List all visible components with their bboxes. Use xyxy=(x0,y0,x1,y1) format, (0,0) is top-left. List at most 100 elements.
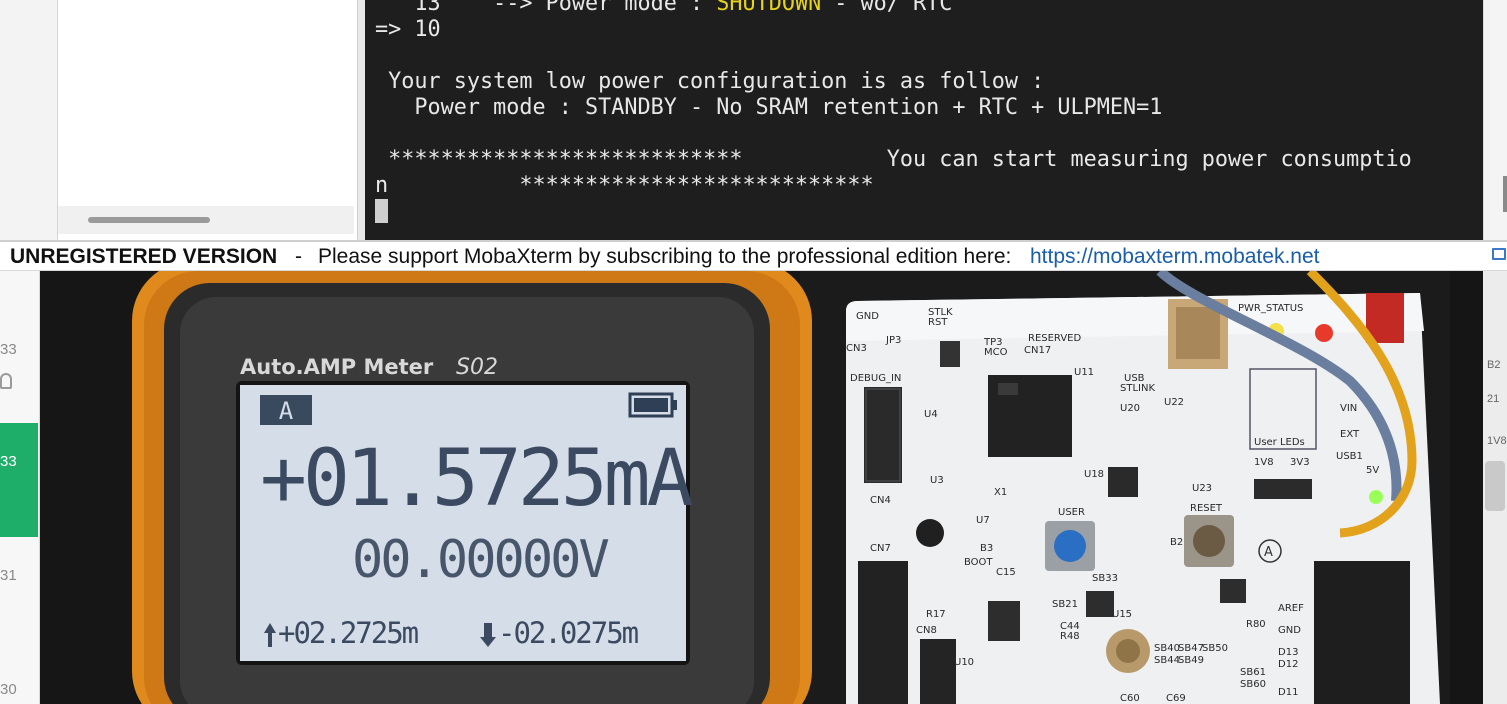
board-label: U18 xyxy=(1084,469,1104,480)
board-label: SB44 xyxy=(1154,655,1180,666)
board-label: RESET xyxy=(1190,503,1223,514)
board-label: B2 xyxy=(1170,537,1183,548)
background-app-right-edge: B2 21 1V8 xyxy=(1483,271,1507,704)
board-label: CN3 xyxy=(846,343,867,354)
mode-badge: A xyxy=(279,397,294,425)
min-reading: -02.0275m xyxy=(498,616,639,650)
board-label: VIN xyxy=(1340,403,1357,414)
terminal-line: Power mode : STANDBY - No SRAM retention… xyxy=(375,95,1163,120)
board-label: CN17 xyxy=(1024,345,1051,356)
sidebar-active-item[interactable]: 33 xyxy=(0,423,38,537)
terminal-line: n *************************** xyxy=(375,173,874,198)
board-label: C69 xyxy=(1166,693,1186,704)
board-label: R80 xyxy=(1246,619,1266,630)
board-label: D13 xyxy=(1278,647,1298,658)
nucleo-board: GND STLK RST CN3 JP3 RESERVED TP3 MCO CN… xyxy=(846,271,1440,704)
sidebar-number: 33 xyxy=(0,341,17,358)
board-label: SB40 xyxy=(1154,643,1180,654)
board-label: SB60 xyxy=(1240,679,1266,690)
background-app-sidebar: 33 33 31 30 xyxy=(0,271,40,704)
board-label: 3V3 xyxy=(1290,457,1310,468)
board-label: USER xyxy=(1058,507,1085,518)
voltage-reading: 00.00000V xyxy=(352,530,608,590)
board-label: X1 xyxy=(994,487,1007,498)
side-scrollbar-thumb[interactable] xyxy=(88,217,210,223)
left-gutter xyxy=(0,0,58,240)
board-label: SB21 xyxy=(1052,599,1078,610)
board-label: EXT xyxy=(1340,429,1360,440)
board-label: D12 xyxy=(1278,659,1298,670)
board-label: AREF xyxy=(1278,603,1304,614)
board-label: U7 xyxy=(976,515,990,526)
board-label: D11 xyxy=(1278,687,1298,698)
banner-title: UNREGISTERED VERSION xyxy=(10,245,278,268)
board-label: CN7 xyxy=(870,543,891,554)
board-label: GND xyxy=(856,311,879,322)
board-label: DEBUG_IN xyxy=(850,373,901,384)
meter-model: S02 xyxy=(456,355,498,380)
board-label: C15 xyxy=(996,567,1016,578)
power-led-red xyxy=(1315,324,1333,342)
board-label: BOOT xyxy=(964,557,993,568)
board-label: RESERVED xyxy=(1028,333,1081,344)
board-label: SB33 xyxy=(1092,573,1118,584)
monitor-icon[interactable] xyxy=(1492,248,1506,260)
board-label: User LEDs xyxy=(1254,437,1305,448)
board-label: RST xyxy=(928,317,948,328)
meter-brand: Auto.AMP Meter xyxy=(240,355,434,379)
user-button xyxy=(1054,530,1086,562)
board-label: U23 xyxy=(1192,483,1212,494)
board-label: U10 xyxy=(954,657,974,668)
board-label: R17 xyxy=(926,609,946,620)
edge-label: 21 xyxy=(1487,393,1500,405)
board-label: PWR_STATUS xyxy=(1238,303,1303,314)
banner-separator: - xyxy=(295,245,302,268)
terminal-scrollbar-thumb[interactable] xyxy=(1503,176,1507,212)
board-label: SB61 xyxy=(1240,667,1266,678)
board-label: CN8 xyxy=(916,625,937,636)
board-label: U4 xyxy=(924,409,938,420)
photo-meter-and-board: Auto.AMP Meter S02 A +01.5725mA 00.00000… xyxy=(40,271,1483,704)
main-reading: +01.5725mA xyxy=(260,434,693,524)
terminal-line: Your system low power configuration is a… xyxy=(375,69,1045,94)
terminal-line: 13 --> Power mode : SHUTDOWN - wo/ RTC xyxy=(375,0,952,17)
banner-link[interactable]: https://mobaxterm.mobatek.net xyxy=(1030,242,1319,272)
side-horizontal-scrollbar[interactable] xyxy=(58,206,354,234)
board-label: USB1 xyxy=(1336,451,1363,462)
board-label: C60 xyxy=(1120,693,1140,704)
status-led-green xyxy=(1369,490,1383,504)
terminal-cursor xyxy=(375,199,388,223)
edge-label: 1V8 xyxy=(1487,435,1507,447)
bell-icon xyxy=(0,373,12,389)
side-panel xyxy=(58,0,358,240)
terminal-line: => 10 xyxy=(375,17,441,42)
terminal-line: *************************** You can star… xyxy=(375,147,1412,172)
board-label: JP3 xyxy=(885,335,901,346)
unregistered-banner: UNREGISTERED VERSION - Please support Mo… xyxy=(0,240,1507,271)
reset-button xyxy=(1193,525,1225,557)
terminal-vertical-scrollbar[interactable] xyxy=(1483,0,1507,240)
max-reading: +02.2725m xyxy=(278,616,419,650)
banner-message: Please support MobaXterm by subscribing … xyxy=(318,245,1012,268)
multimeter: Auto.AMP Meter S02 A +01.5725mA 00.00000… xyxy=(132,271,812,704)
board-label: 5V xyxy=(1366,465,1379,476)
sidebar-number: 31 xyxy=(0,567,17,584)
board-label: R48 xyxy=(1060,631,1080,642)
board-label: GND xyxy=(1278,625,1301,636)
terminal-view[interactable]: 13 --> Power mode : SHUTDOWN - wo/ RTC =… xyxy=(365,0,1483,240)
board-label: STLINK xyxy=(1120,383,1155,394)
board-label: A xyxy=(1264,545,1273,560)
board-label: U15 xyxy=(1112,609,1132,620)
board-label: U3 xyxy=(930,475,944,486)
board-label: MCO xyxy=(984,347,1008,358)
panel-splitter[interactable] xyxy=(358,0,365,240)
board-label: U11 xyxy=(1074,367,1094,378)
board-label: SB49 xyxy=(1178,655,1204,666)
board-label: U20 xyxy=(1120,403,1140,414)
edge-label: B2 xyxy=(1487,359,1501,371)
photo-illustration: Auto.AMP Meter S02 A +01.5725mA 00.00000… xyxy=(40,271,1483,704)
sidebar-number: 33 xyxy=(0,453,17,470)
highlighted-text: SHUTDOWN xyxy=(716,0,822,16)
board-label: SB47 xyxy=(1178,643,1204,654)
board-label: U22 xyxy=(1164,397,1184,408)
